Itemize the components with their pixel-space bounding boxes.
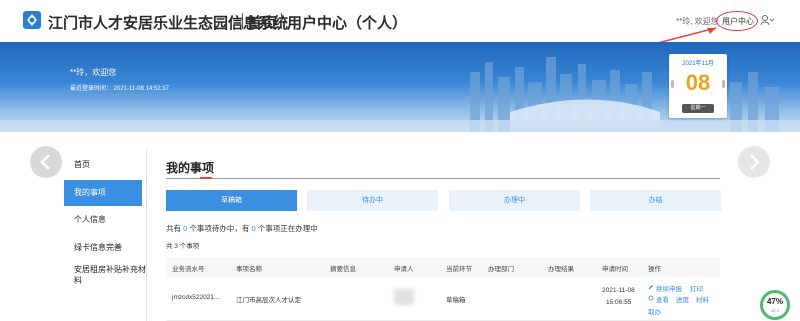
withdraw-link[interactable]: 取办 bbox=[648, 306, 661, 316]
calendar-day: 08 bbox=[685, 70, 711, 95]
gauge-temperature: 48°C bbox=[770, 308, 780, 313]
chevron-right-icon bbox=[750, 154, 760, 170]
column-header: 申请人 bbox=[394, 266, 414, 273]
nav-user-center: 用户中心（个人） bbox=[287, 15, 408, 32]
summary-mid: 个事项待办中，有 bbox=[189, 224, 250, 233]
table-row[interactable]: jmzcdx522021... 江门市高层次人才认定 草稿箱 2021-11-0… bbox=[166, 277, 720, 321]
carousel-prev-button[interactable] bbox=[30, 146, 62, 178]
hero-banner: **玲，欢迎您 最近登录时间： 2021-11-08 14:52:37 2021… bbox=[0, 42, 800, 132]
banner-greeting: **玲，欢迎您 bbox=[70, 68, 117, 77]
progress-link[interactable]: 进度 bbox=[676, 294, 689, 304]
current-stage: 草稿箱 bbox=[446, 297, 466, 304]
column-header: 操作 bbox=[648, 266, 661, 273]
view-icon bbox=[648, 295, 654, 301]
apply-time: 15:06:55 bbox=[606, 299, 632, 306]
table-header: 业务流水号 事项名称 摘要信息 申请人 当前环节 办理部门 办理结果 申请时间 … bbox=[166, 257, 720, 277]
column-header: 申请时间 bbox=[602, 266, 628, 273]
column-header: 事项名称 bbox=[236, 266, 262, 273]
page-title: 我的事项 bbox=[166, 161, 215, 175]
processing-count: 0 bbox=[251, 224, 256, 233]
last-login-time: 最近登录时间： 2021-11-08 14:52:37 bbox=[70, 86, 169, 92]
serial-number[interactable]: jmzcdx522021... bbox=[172, 294, 219, 301]
title-accent bbox=[200, 177, 212, 179]
sidebar-divider bbox=[146, 150, 147, 321]
sidebar-item-home[interactable]: 首页 bbox=[64, 150, 142, 180]
column-header: 办理结果 bbox=[548, 266, 574, 273]
tab-completed[interactable]: 办结 bbox=[590, 190, 721, 211]
sidebar-item-green-card[interactable]: 绿卡信息完善 bbox=[64, 234, 142, 262]
items-summary: 共有 0 个事项待办中，有 0 个事项正在办理中 bbox=[166, 223, 318, 234]
performance-gauge[interactable]: 47% 48°C bbox=[760, 290, 790, 320]
tab-drafts[interactable]: 草稿箱 bbox=[166, 190, 297, 211]
sidebar-item-personal-info[interactable]: 个人信息 bbox=[64, 206, 142, 234]
sidebar-item-rent-subsidy[interactable]: 安居租房补贴补充材料 bbox=[64, 264, 146, 286]
sidebar-item-my-items[interactable]: 我的事项 bbox=[64, 180, 142, 206]
nav-separator bbox=[281, 13, 282, 29]
edit-icon bbox=[649, 285, 653, 289]
total-count: 共 3 个事项 bbox=[166, 243, 200, 250]
tab-pending[interactable]: 待办中 bbox=[307, 190, 438, 211]
top-header: 江门市人才安居乐业生态园信息系统 首页 用户中心（个人） **玲, 欢迎您 用户… bbox=[0, 0, 800, 49]
tab-processing[interactable]: 办理中 bbox=[449, 190, 580, 211]
summary-suffix: 个事项正在办理中 bbox=[257, 224, 318, 233]
calendar-ring-right bbox=[722, 80, 725, 88]
pending-count: 0 bbox=[183, 224, 188, 233]
calendar-ring-left bbox=[671, 80, 674, 88]
column-header: 当前环节 bbox=[446, 266, 472, 273]
calendar-year-month: 2021年11月 bbox=[682, 61, 714, 67]
gauge-percent: 47% bbox=[766, 297, 783, 306]
column-header: 办理部门 bbox=[488, 266, 514, 273]
nav-home-link[interactable]: 首页 bbox=[247, 12, 277, 33]
column-header: 摘要信息 bbox=[330, 266, 356, 273]
item-name: 江门市高层次人才认定 bbox=[236, 297, 301, 304]
calendar-weekday: 星期一 bbox=[682, 104, 714, 113]
print-link[interactable]: 打印 bbox=[690, 283, 703, 293]
summary-prefix: 共有 bbox=[166, 224, 181, 233]
column-header: 业务流水号 bbox=[172, 266, 205, 273]
blurred-applicant bbox=[394, 289, 414, 305]
calendar-widget: 2021年11月 08 星期一 bbox=[669, 54, 727, 118]
title-divider bbox=[166, 178, 720, 179]
chevron-left-icon bbox=[40, 154, 50, 170]
continue-apply-link[interactable]: 继续申报 bbox=[656, 283, 682, 293]
view-link[interactable]: 查看 bbox=[656, 294, 669, 304]
carousel-next-button[interactable] bbox=[738, 146, 770, 178]
apply-date: 2021-11-08 bbox=[602, 287, 635, 294]
user-icon[interactable] bbox=[760, 14, 774, 26]
title-separator bbox=[242, 13, 243, 29]
logo-icon[interactable] bbox=[22, 10, 42, 30]
materials-link[interactable]: 材料 bbox=[696, 294, 709, 304]
